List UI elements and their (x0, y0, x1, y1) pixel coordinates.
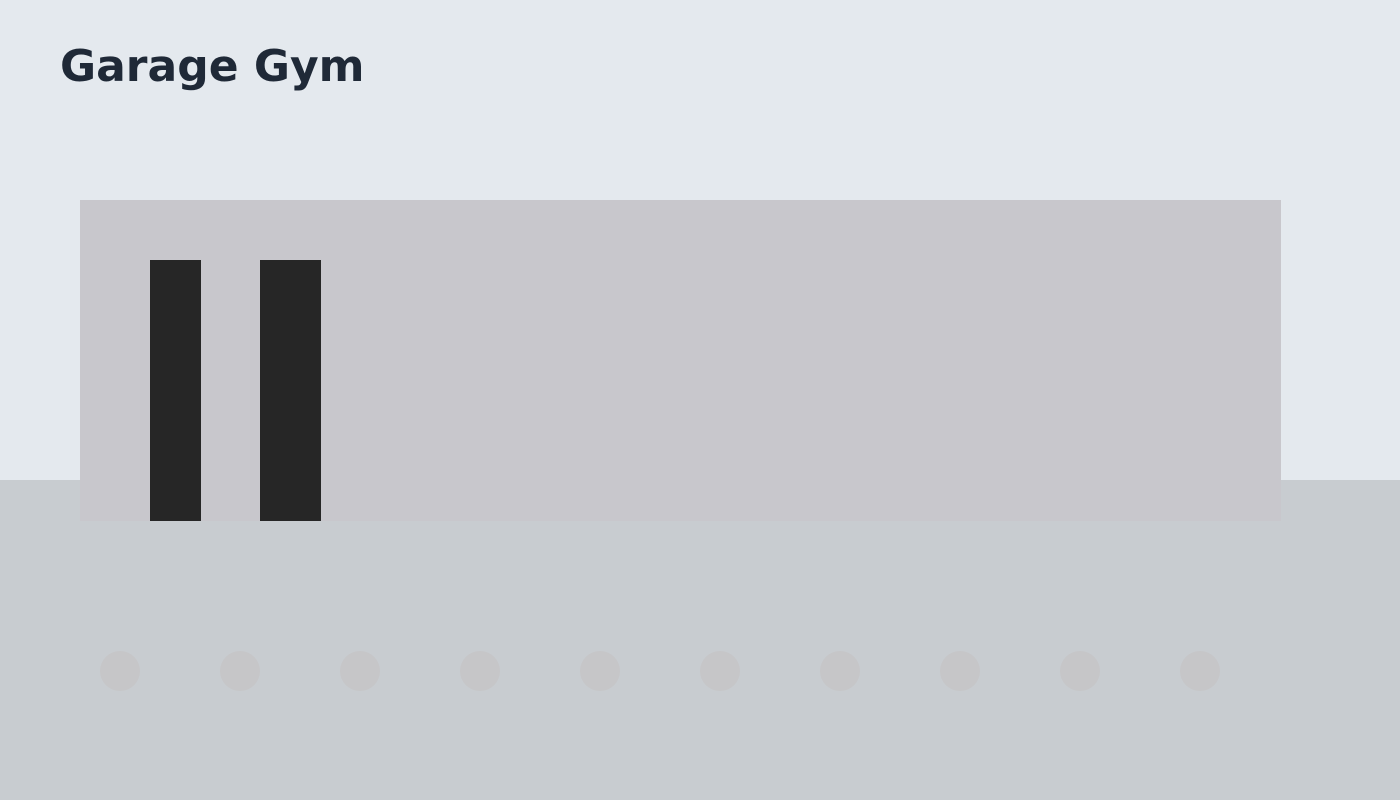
page-title: Garage Gym (60, 41, 365, 92)
rack-upright-left (150, 260, 201, 521)
equipment-rack (80, 200, 1281, 521)
rack-upright-right (260, 260, 321, 521)
floor-dot (100, 651, 140, 691)
floor-dot (1180, 651, 1220, 691)
floor-dot (340, 651, 380, 691)
floor-dot (460, 651, 500, 691)
floor-dot (220, 651, 260, 691)
floor-dot (700, 651, 740, 691)
floor-dot (580, 651, 620, 691)
floor-dot (1060, 651, 1100, 691)
floor-dot (820, 651, 860, 691)
garage-floor (0, 480, 1400, 800)
floor-dot (940, 651, 980, 691)
